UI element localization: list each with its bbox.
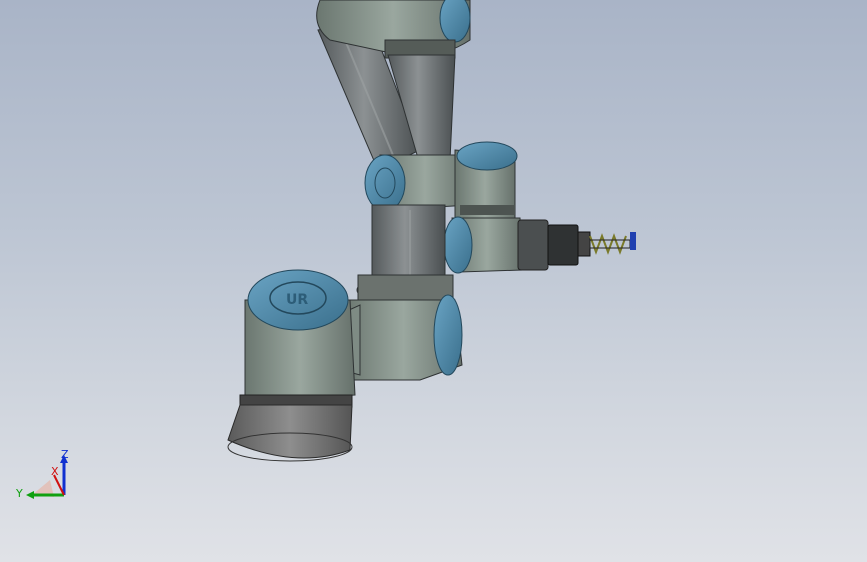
shoulder-joint[interactable]: UR	[244, 269, 356, 401]
robot-base[interactable]	[227, 394, 353, 462]
ur-logo-icon: UR	[286, 292, 308, 308]
x-axis-label: X	[51, 465, 59, 478]
z-axis-label: Z	[61, 448, 69, 461]
graphics-viewport[interactable]: UR Z X Y	[0, 0, 867, 562]
robot-arm-model[interactable]: UR	[0, 0, 867, 562]
y-axis-label: Y	[15, 487, 23, 500]
coordinate-triad: Z X Y	[15, 448, 69, 500]
gripper-spring[interactable]	[589, 232, 636, 255]
forearm-link-lower[interactable]	[371, 204, 446, 286]
wrist-2-joint[interactable]	[454, 141, 518, 221]
tool-flange[interactable]	[517, 219, 591, 271]
wrist-1-joint[interactable]	[364, 154, 471, 212]
wrist-3-joint[interactable]	[443, 216, 523, 274]
